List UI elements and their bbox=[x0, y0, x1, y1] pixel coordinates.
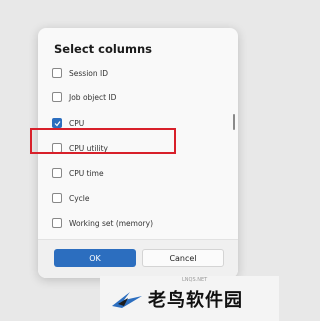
checkbox-checked[interactable] bbox=[52, 118, 62, 128]
column-option-label: Cycle bbox=[69, 193, 90, 203]
checkbox[interactable] bbox=[52, 193, 62, 203]
column-option-label: CPU time bbox=[69, 168, 104, 178]
bird-logo-icon bbox=[112, 291, 142, 308]
column-option-cycle[interactable]: Cycle bbox=[52, 189, 90, 207]
column-option-label: Job object ID bbox=[69, 92, 117, 102]
ok-button[interactable]: OK bbox=[54, 249, 136, 267]
column-option-label: CPU bbox=[69, 118, 85, 128]
column-option-label: Working set (memory) bbox=[69, 218, 154, 228]
dialog-footer: OK Cancel bbox=[38, 239, 238, 278]
column-option-session-id[interactable]: Session ID bbox=[52, 64, 108, 82]
column-option-working-set[interactable]: Working set (memory) bbox=[52, 214, 153, 232]
column-option-job-object-id[interactable]: Job object ID bbox=[52, 88, 116, 106]
column-option-label: Session ID bbox=[69, 68, 108, 78]
column-option-cpu-time[interactable]: CPU time bbox=[52, 164, 104, 182]
watermark-text: 老鸟软件园 bbox=[148, 289, 243, 311]
checkbox[interactable] bbox=[52, 168, 62, 178]
checkbox[interactable] bbox=[52, 218, 62, 228]
red-highlight-box bbox=[30, 128, 176, 154]
dialog-title: Select columns bbox=[54, 42, 153, 56]
watermark: 老鸟软件园 LNQS.NET bbox=[100, 276, 279, 321]
watermark-subtext: LNQS.NET bbox=[182, 277, 208, 283]
cancel-button[interactable]: Cancel bbox=[142, 249, 224, 267]
checkbox[interactable] bbox=[52, 92, 62, 102]
scrollbar-thumb[interactable] bbox=[233, 114, 235, 130]
checkbox[interactable] bbox=[52, 68, 62, 78]
